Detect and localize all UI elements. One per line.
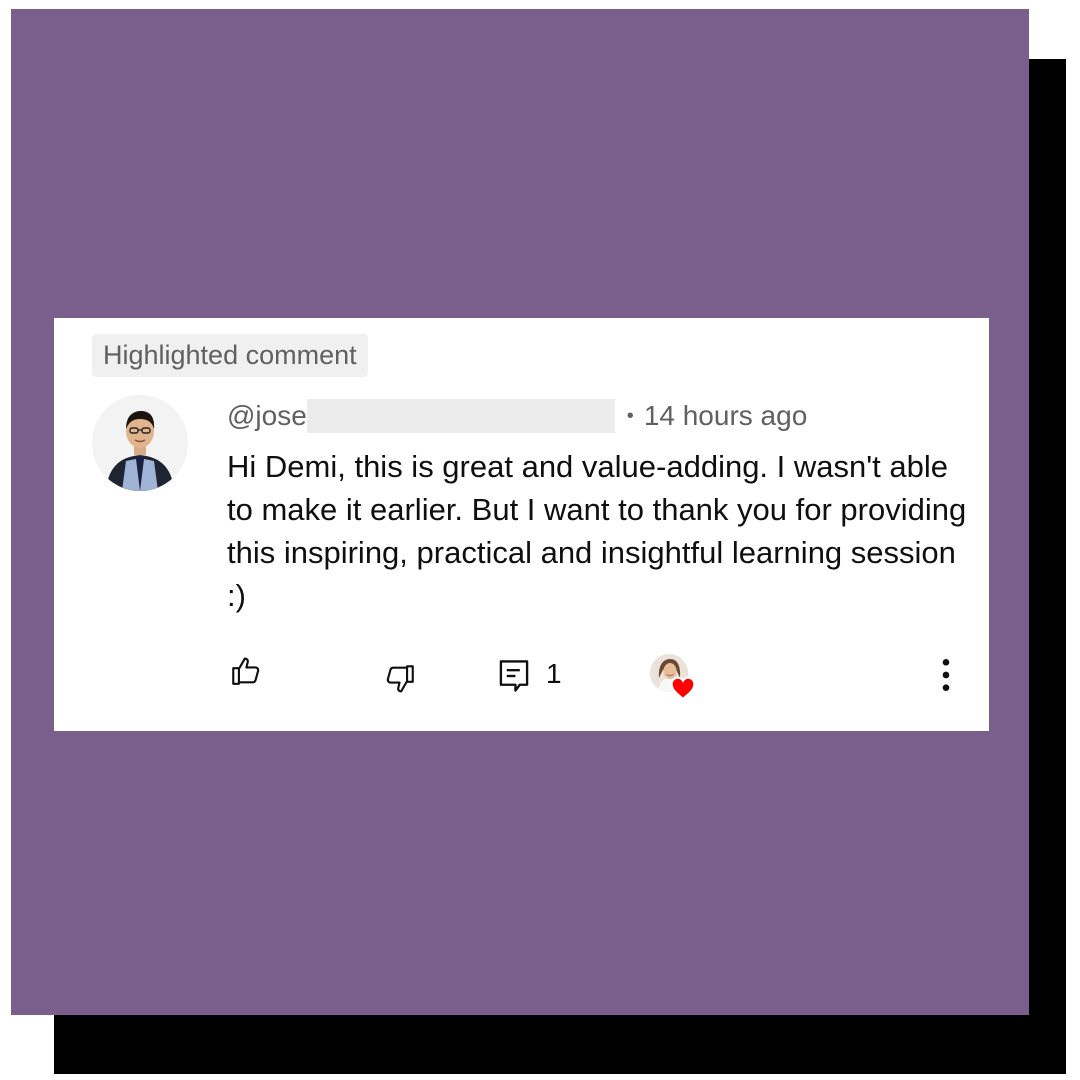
page: Highlighted comment @jose • 14 hours ago… [0, 0, 1080, 1080]
comment-actions: 1 [54, 648, 989, 700]
heart-icon [670, 676, 696, 700]
highlighted-comment-badge: Highlighted comment [92, 334, 368, 377]
comment-meta: @jose • 14 hours ago [227, 396, 807, 436]
author-handle[interactable]: @jose [227, 400, 307, 432]
person-avatar-icon [92, 395, 188, 491]
comment-card: Highlighted comment @jose • 14 hours ago… [54, 318, 989, 731]
creator-heart [650, 654, 698, 702]
author-avatar[interactable] [92, 395, 188, 491]
thumbs-up-icon[interactable] [229, 654, 263, 688]
redacted-name-block [306, 399, 615, 433]
reply-count[interactable]: 1 [546, 658, 562, 690]
thumbs-down-icon[interactable] [383, 662, 417, 696]
comment-body: Hi Demi, this is great and value-adding.… [227, 449, 967, 613]
meta-separator: • [626, 404, 634, 427]
more-vert-icon[interactable] [932, 656, 960, 694]
reply-icon[interactable] [498, 658, 530, 694]
comment-timestamp[interactable]: 14 hours ago [644, 400, 807, 432]
